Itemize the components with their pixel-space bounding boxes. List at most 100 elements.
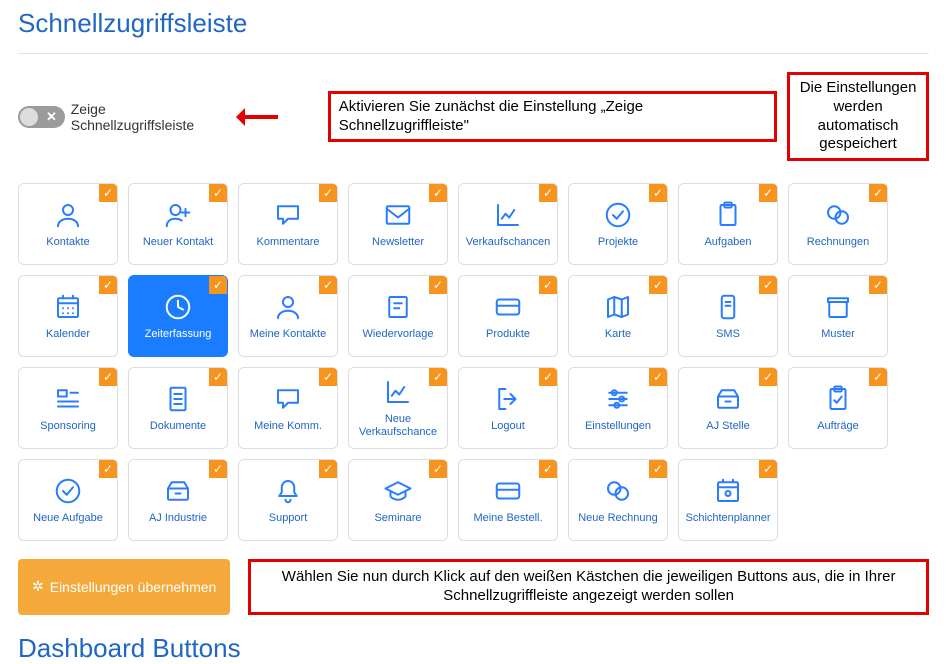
show-quickbar-toggle[interactable]: ✕ (18, 106, 65, 128)
tile-label: Rechnungen (803, 236, 873, 249)
card-icon (493, 476, 523, 506)
tile-aufgaben[interactable]: ✓ Aufgaben (678, 183, 778, 265)
person-plus-icon (163, 200, 193, 230)
tile-label: Support (265, 512, 312, 525)
check-icon: ✓ (429, 276, 447, 294)
check-icon: ✓ (209, 276, 227, 294)
divider (18, 53, 929, 54)
toggle-row: ✕ Zeige Schnellzugriffsleiste Aktivieren… (18, 72, 929, 161)
tile-neue-aufgabe[interactable]: ✓ Neue Aufgabe (18, 459, 118, 541)
check-icon: ✓ (649, 276, 667, 294)
tile-newsletter[interactable]: ✓Newsletter (348, 183, 448, 265)
drawer-icon (713, 384, 743, 414)
check-icon: ✓ (209, 368, 227, 386)
tile-label: Sponsoring (36, 420, 100, 433)
tile-label: Karte (601, 328, 635, 341)
tile-sponsoring[interactable]: ✓Sponsoring (18, 367, 118, 449)
check-circle-icon (603, 200, 633, 230)
check-icon: ✓ (209, 460, 227, 478)
check-icon: ✓ (649, 460, 667, 478)
tile-label: Seminare (370, 512, 425, 525)
sliders-icon (603, 384, 633, 414)
chart-icon (493, 200, 523, 230)
tile-label: Neue Aufgabe (29, 512, 107, 525)
tile-label: Newsletter (368, 236, 428, 249)
tile-kalender[interactable]: ✓ Kalender (18, 275, 118, 357)
clipboard-icon (713, 200, 743, 230)
tile-label: Wiedervorlage (359, 328, 438, 341)
tile-label: Neue Rechnung (574, 512, 662, 525)
tile-einstellungen[interactable]: ✓Einstellungen (568, 367, 668, 449)
tile-label: AJ Industrie (145, 512, 211, 525)
tile-label: Produkte (482, 328, 534, 341)
check-icon: ✓ (319, 368, 337, 386)
check-icon: ✓ (319, 276, 337, 294)
tile-produkte[interactable]: ✓ Produkte (458, 275, 558, 357)
page-title-dashboard: Dashboard Buttons (18, 633, 929, 664)
coins-icon (823, 200, 853, 230)
tile-kommentare[interactable]: ✓ Kommentare (238, 183, 338, 265)
tile-label: Neue Verkaufschance (349, 413, 447, 438)
clock-icon (163, 292, 193, 322)
check-icon: ✓ (319, 184, 337, 202)
mail-icon (383, 200, 413, 230)
tile-neue-rechnung[interactable]: ✓ Neue Rechnung (568, 459, 668, 541)
check-icon: ✓ (539, 276, 557, 294)
tile-label: Kommentare (253, 236, 324, 249)
tile-support[interactable]: ✓ Support (238, 459, 338, 541)
tile-dokumente[interactable]: ✓ Dokumente (128, 367, 228, 449)
check-icon: ✓ (759, 184, 777, 202)
tile-neuer-kontakt[interactable]: ✓Neuer Kontakt (128, 183, 228, 265)
tile-meine-komm-[interactable]: ✓Meine Komm. (238, 367, 338, 449)
tile-auftr-ge[interactable]: ✓Aufträge (788, 367, 888, 449)
tile-label: Kontakte (42, 236, 93, 249)
tile-label: Kalender (42, 328, 94, 341)
check-icon: ✓ (539, 368, 557, 386)
check-icon: ✓ (759, 460, 777, 478)
check-icon: ✓ (539, 460, 557, 478)
speech-icon (273, 200, 303, 230)
page-title: Schnellzugriffsleiste (18, 8, 929, 39)
check-icon: ✓ (759, 276, 777, 294)
tile-schichtenplanner[interactable]: ✓Schichtenplanner (678, 459, 778, 541)
tile-label: Neuer Kontakt (139, 236, 217, 249)
check-icon: ✓ (319, 460, 337, 478)
tile-zeiterfassung[interactable]: ✓ Zeiterfassung (128, 275, 228, 357)
check-icon: ✓ (869, 368, 887, 386)
check-icon: ✓ (99, 276, 117, 294)
tile-verkaufschancen[interactable]: ✓Verkaufschancen (458, 183, 558, 265)
arrow-icon (239, 115, 278, 119)
tile-aj-stelle[interactable]: ✓AJ Stelle (678, 367, 778, 449)
tile-aj-industrie[interactable]: ✓ AJ Industrie (128, 459, 228, 541)
check-icon: ✓ (99, 460, 117, 478)
tile-logout[interactable]: ✓Logout (458, 367, 558, 449)
tile-label: Dokumente (146, 420, 210, 433)
tile-rechnungen[interactable]: ✓ Rechnungen (788, 183, 888, 265)
callout-autosave: Die Einstellungen werden automatisch ges… (787, 72, 929, 161)
check-icon: ✓ (869, 184, 887, 202)
phone-msg-icon (713, 292, 743, 322)
tile-muster[interactable]: ✓Muster (788, 275, 888, 357)
check-icon: ✓ (649, 368, 667, 386)
toggle-wrap: ✕ Zeige Schnellzugriffsleiste (18, 101, 229, 133)
tile-label: Aufgaben (700, 236, 755, 249)
tile-wiedervorlage[interactable]: ✓ Wiedervorlage (348, 275, 448, 357)
bottom-row: ✲ Einstellungen übernehmen Wählen Sie nu… (18, 559, 929, 615)
apply-settings-button[interactable]: ✲ Einstellungen übernehmen (18, 559, 230, 615)
list-lines-icon (53, 384, 83, 414)
person-icon (53, 200, 83, 230)
tile-meine-kontakte[interactable]: ✓Meine Kontakte (238, 275, 338, 357)
tile-karte[interactable]: ✓ Karte (568, 275, 668, 357)
tile-neue-verkaufschance[interactable]: ✓Neue Verkaufschance (348, 367, 448, 449)
tile-sms[interactable]: ✓SMS (678, 275, 778, 357)
tile-kontakte[interactable]: ✓ Kontakte (18, 183, 118, 265)
close-icon: ✕ (46, 109, 57, 125)
tile-projekte[interactable]: ✓Projekte (568, 183, 668, 265)
bell-icon (273, 476, 303, 506)
check-icon: ✓ (99, 184, 117, 202)
tile-label: Zeiterfassung (141, 328, 216, 341)
tile-meine-bestell-[interactable]: ✓Meine Bestell. (458, 459, 558, 541)
toggle-knob (20, 108, 38, 126)
clipboard-check-icon (823, 384, 853, 414)
tile-seminare[interactable]: ✓Seminare (348, 459, 448, 541)
